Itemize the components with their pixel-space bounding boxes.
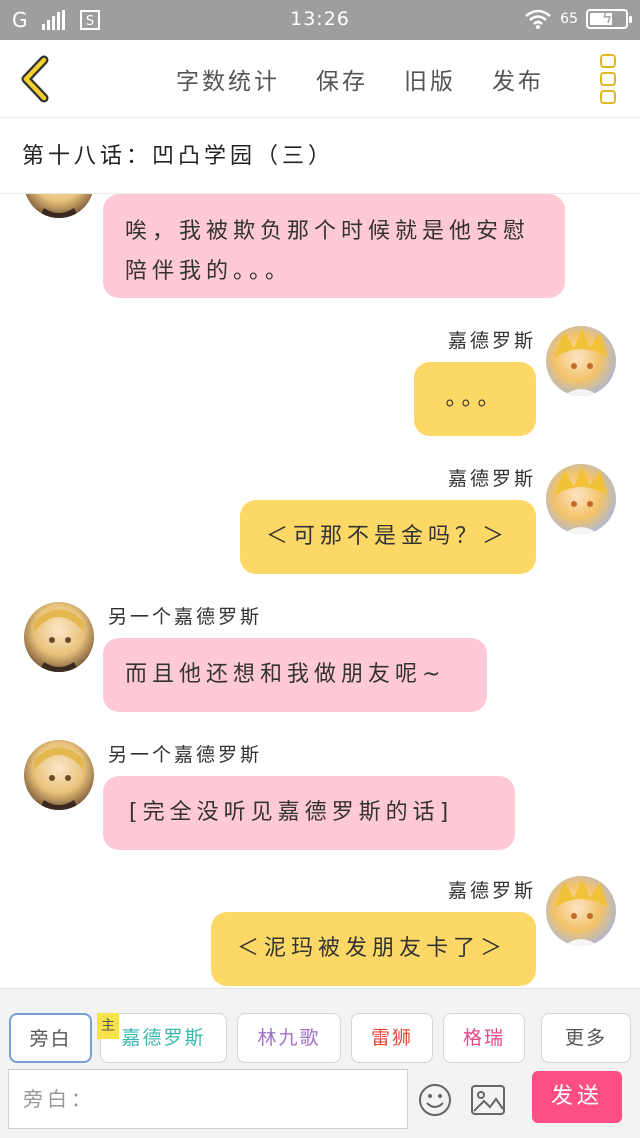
status-bar: G S 13:26 65 ϟ bbox=[0, 0, 640, 40]
avatar[interactable] bbox=[24, 740, 94, 810]
send-button[interactable]: 发送 bbox=[532, 1071, 622, 1123]
message-input-box[interactable] bbox=[8, 1069, 408, 1129]
sender-name: 另一个嘉德罗斯 bbox=[108, 606, 263, 628]
composer-panel: 旁白 主 嘉德罗斯 林九歌 雷狮 格瑞 更多 发送 bbox=[0, 988, 640, 1138]
message-bubble[interactable]: 。。。 bbox=[414, 362, 536, 436]
wifi-icon bbox=[525, 9, 551, 29]
main-role-badge: 主 bbox=[97, 1013, 119, 1039]
sender-name: 嘉德罗斯 bbox=[447, 330, 536, 352]
top-actions: 字数统计 保存 旧版 发布 bbox=[176, 62, 544, 96]
more-roles-button[interactable]: 更多 bbox=[541, 1013, 631, 1063]
message-bubble[interactable]: ＜可那不是金吗？＞ bbox=[240, 500, 536, 574]
emoji-icon[interactable] bbox=[418, 1083, 452, 1117]
sender-name: 嘉德罗斯 bbox=[447, 468, 536, 490]
message-input[interactable] bbox=[9, 1070, 407, 1128]
chat-area[interactable]: 唉，我被欺负那个时候就是他安慰陪伴我的。。。 嘉德罗斯 。。。 嘉德罗斯 ＜可那… bbox=[0, 194, 640, 988]
more-menu-icon[interactable] bbox=[600, 54, 616, 104]
chapter-header: 第十八话：凹凸学园（三） bbox=[0, 118, 640, 194]
publish-button[interactable]: 发布 bbox=[492, 62, 544, 96]
avatar[interactable] bbox=[546, 876, 616, 946]
top-bar: 字数统计 保存 旧版 发布 bbox=[0, 40, 640, 118]
avatar[interactable] bbox=[546, 464, 616, 534]
chapter-title: 第十八话：凹凸学园（三） bbox=[22, 144, 335, 169]
role-tab-gerui[interactable]: 格瑞 bbox=[443, 1013, 525, 1063]
role-tab-jiadeluosi[interactable]: 嘉德罗斯 bbox=[100, 1013, 227, 1063]
battery-icon: ϟ bbox=[586, 8, 632, 29]
save-button[interactable]: 保存 bbox=[316, 62, 368, 96]
message-bubble[interactable]: 唉，我被欺负那个时候就是他安慰陪伴我的。。。 bbox=[103, 194, 565, 298]
avatar[interactable] bbox=[24, 602, 94, 672]
status-right: 65 ϟ bbox=[524, 8, 632, 30]
role-tab-narrator[interactable]: 旁白 bbox=[9, 1013, 92, 1063]
back-icon[interactable] bbox=[14, 54, 58, 104]
word-count-button[interactable]: 字数统计 bbox=[176, 62, 280, 96]
avatar[interactable] bbox=[24, 194, 94, 218]
sender-name: 嘉德罗斯 bbox=[447, 880, 536, 902]
sender-name: 另一个嘉德罗斯 bbox=[108, 744, 263, 766]
message-bubble[interactable]: [完全没听见嘉德罗斯的话] bbox=[103, 776, 515, 850]
old-version-button[interactable]: 旧版 bbox=[404, 62, 456, 96]
charging-icon: ϟ bbox=[601, 8, 613, 27]
role-tab-leishi[interactable]: 雷狮 bbox=[351, 1013, 433, 1063]
message-bubble[interactable]: ＜泥玛被发朋友卡了＞ bbox=[211, 912, 536, 986]
role-tab-linjiuge[interactable]: 林九歌 bbox=[237, 1013, 341, 1063]
battery-percent: 65 bbox=[560, 11, 578, 27]
avatar[interactable] bbox=[546, 326, 616, 396]
image-icon[interactable] bbox=[470, 1083, 506, 1117]
message-bubble[interactable]: 而且他还想和我做朋友呢~ bbox=[103, 638, 487, 712]
